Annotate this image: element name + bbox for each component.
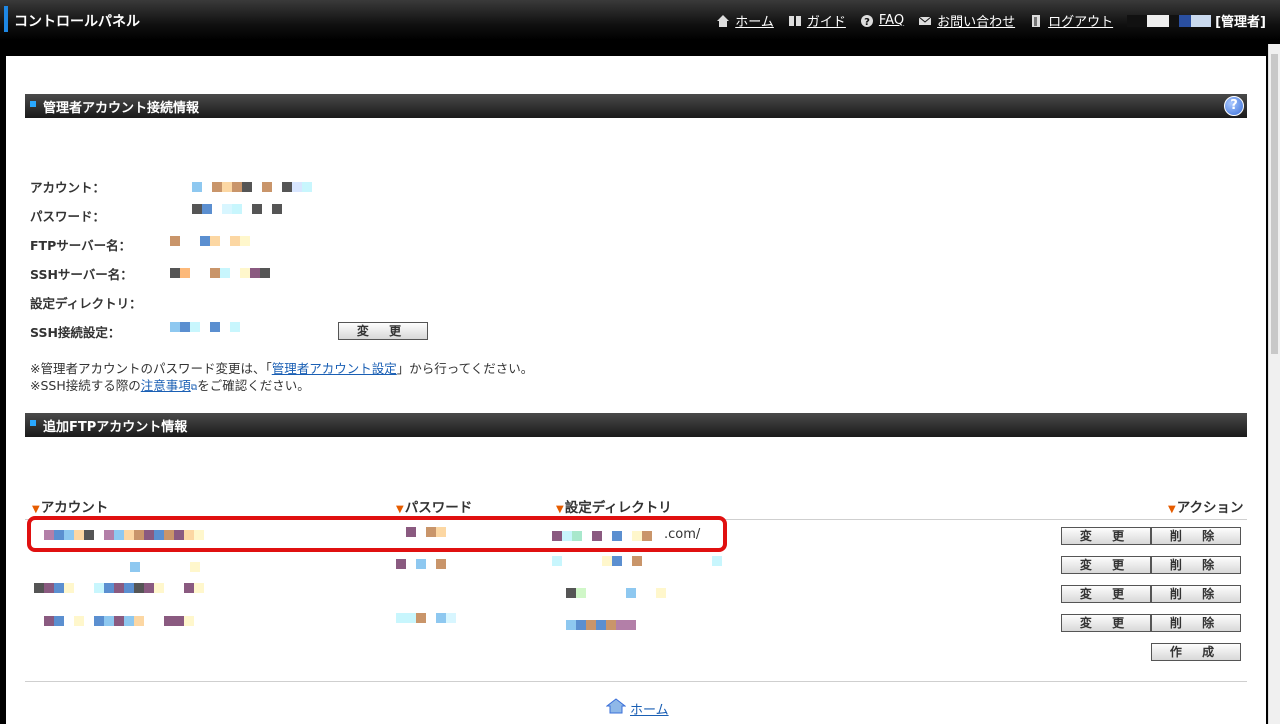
password-value-redacted — [192, 204, 282, 214]
ssh-server-value-redacted — [170, 268, 270, 278]
help-icon[interactable]: ? — [1224, 96, 1244, 116]
question-icon: ? — [860, 14, 874, 28]
admin-section-title: 管理者アカウント接続情報 — [43, 101, 200, 116]
account-label: アカウント： — [30, 180, 106, 195]
footer-home-label: ホーム — [630, 702, 669, 718]
admin-section-header: 管理者アカウント接続情報 ? — [25, 94, 1247, 118]
col-directory-label: 設定ディレクトリ — [564, 500, 672, 516]
nav-contact-link[interactable]: お問い合わせ — [918, 11, 1015, 30]
row-edit-button[interactable]: 変 更 — [1061, 556, 1151, 574]
row-password-redacted — [396, 559, 446, 569]
row-delete-button[interactable]: 削 除 — [1151, 556, 1241, 574]
col-action-label: アクション — [1176, 500, 1244, 516]
top-navigation: ホーム ガイド ? FAQ お問い合わせ ログアウト [管理者] — [716, 11, 1266, 30]
main-panel: 管理者アカウント接続情報 ? アカウント： パスワード： FTPサーバー名： S… — [6, 56, 1266, 724]
row-account-redacted — [34, 583, 204, 593]
create-button[interactable]: 作 成 — [1151, 643, 1241, 661]
ftp-server-label: FTPサーバー名： — [30, 238, 132, 253]
nav-guide-link[interactable]: ガイド — [788, 11, 846, 30]
sort-triangle-icon: ▼ — [1168, 504, 1176, 515]
user-info: [管理者] — [1127, 11, 1266, 30]
user-role: [管理者] — [1215, 15, 1266, 30]
svg-text:?: ? — [864, 17, 870, 28]
col-header-action: ▼アクション — [1168, 496, 1244, 516]
password-label: パスワード： — [30, 209, 106, 224]
ftp-server-value-redacted — [170, 236, 250, 246]
nav-home-label: ホーム — [735, 15, 774, 30]
row-account-redacted — [130, 562, 200, 572]
ftp-section-title: 追加FTPアカウント情報 — [43, 420, 188, 435]
nav-guide-label: ガイド — [806, 15, 846, 30]
row-edit-button[interactable]: 変 更 — [1061, 585, 1151, 603]
bullet-square-icon — [30, 101, 36, 107]
account-value-redacted — [192, 182, 312, 192]
nav-home-link[interactable]: ホーム — [716, 11, 774, 30]
row-delete-button[interactable]: 削 除 — [1151, 585, 1241, 603]
row-delete-button[interactable]: 削 除 — [1151, 614, 1241, 632]
home-icon — [716, 14, 730, 28]
book-icon — [788, 14, 802, 28]
ssh-setting-value-redacted — [170, 322, 240, 332]
app-title: コントロールパネル — [14, 14, 140, 30]
row-directory-redacted — [566, 620, 636, 630]
row-edit-button[interactable]: 変 更 — [1061, 527, 1151, 545]
logout-door-icon — [1029, 14, 1043, 28]
col-header-password[interactable]: ▼パスワード — [396, 496, 472, 516]
ftp-section-header: 追加FTPアカウント情報 — [25, 413, 1247, 437]
sort-triangle-icon: ▼ — [396, 504, 404, 515]
note2-prefix: ※SSH接続する際の — [30, 378, 141, 393]
ssh-server-label: SSHサーバー名： — [30, 267, 133, 282]
nav-logout-link[interactable]: ログアウト — [1029, 11, 1113, 30]
sort-triangle-icon: ▼ — [556, 504, 564, 515]
row-account-redacted — [44, 616, 194, 626]
page-scrollbar[interactable] — [1268, 44, 1280, 724]
row-directory-redacted — [566, 588, 666, 598]
col-password-label: パスワード — [404, 500, 473, 516]
home-icon — [605, 698, 627, 718]
user-name-redacted — [1127, 14, 1212, 27]
top-bar: コントロールパネル ホーム ガイド ? FAQ お問い合わせ ログアウト [管理… — [0, 0, 1280, 40]
note-ssh-caution: ※SSH接続する際の注意事項⧉をご確認ください。 — [30, 375, 310, 394]
row-directory-redacted — [552, 556, 722, 566]
note1-suffix: 」から行ってください。 — [396, 361, 534, 376]
admin-account-settings-link[interactable]: 管理者アカウント設定 — [272, 361, 397, 376]
mail-icon — [918, 14, 932, 28]
ssh-change-button[interactable]: 変 更 — [338, 322, 428, 340]
footer-home-link[interactable]: ホーム — [605, 698, 669, 718]
ssh-caution-link[interactable]: 注意事項 — [141, 378, 191, 393]
row-password-redacted — [396, 613, 456, 623]
highlight-box — [27, 516, 727, 552]
ssh-setting-label: SSH接続設定： — [30, 325, 121, 340]
nav-contact-label: お問い合わせ — [937, 15, 1016, 30]
col-header-directory[interactable]: ▼設定ディレクトリ — [556, 496, 672, 516]
bullet-square-icon — [30, 420, 36, 426]
nav-logout-label: ログアウト — [1048, 15, 1114, 30]
nav-faq-link[interactable]: ? FAQ — [860, 13, 904, 28]
directory-label: 設定ディレクトリ： — [30, 296, 142, 311]
nav-faq-label: FAQ — [878, 13, 905, 28]
footer-divider — [25, 681, 1247, 682]
row-delete-button[interactable]: 削 除 — [1151, 527, 1241, 545]
note2-suffix: をご確認ください。 — [197, 378, 310, 393]
sort-triangle-icon: ▼ — [32, 504, 40, 515]
col-header-account[interactable]: ▼アカウント — [32, 496, 108, 516]
col-account-label: アカウント — [40, 500, 109, 516]
brand-accent-bar — [4, 6, 8, 32]
row-edit-button[interactable]: 変 更 — [1061, 614, 1151, 632]
scrollbar-thumb[interactable] — [1271, 54, 1278, 354]
note1-prefix: ※管理者アカウントのパスワード変更は、「 — [30, 361, 272, 376]
